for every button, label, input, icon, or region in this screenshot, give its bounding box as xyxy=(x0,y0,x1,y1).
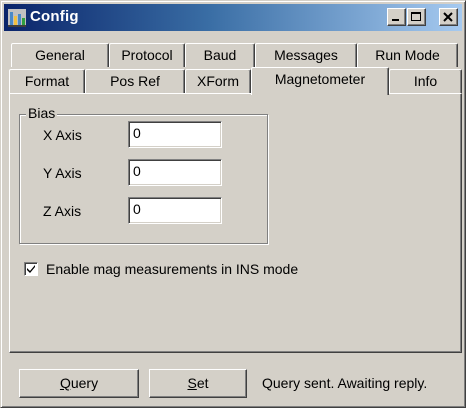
set-label: et xyxy=(196,375,209,391)
maximize-icon xyxy=(411,12,421,21)
close-icon xyxy=(443,12,453,22)
tab-baud[interactable]: Baud xyxy=(185,43,255,67)
app-chart-icon xyxy=(8,9,26,27)
query-button[interactable]: Query xyxy=(19,369,139,398)
query-accel: Q xyxy=(59,375,71,391)
y-axis-field[interactable]: 0 xyxy=(128,159,222,186)
minimize-button[interactable] xyxy=(387,8,406,26)
enable-mag-checkbox[interactable] xyxy=(24,262,38,276)
tab-messages[interactable]: Messages xyxy=(255,43,357,67)
bias-group-label: Bias xyxy=(26,105,58,121)
enable-mag-label[interactable]: Enable mag measurements in INS mode xyxy=(46,260,298,278)
title-bar[interactable]: Config xyxy=(4,4,462,31)
x-axis-field[interactable]: 0 xyxy=(128,121,222,148)
z-axis-label: Z Axis xyxy=(43,203,82,219)
tab-run-mode[interactable]: Run Mode xyxy=(357,43,458,67)
set-button[interactable]: Set xyxy=(149,369,247,398)
tab-format[interactable]: Format xyxy=(9,69,85,93)
tab-magnetometer[interactable]: Magnetometer xyxy=(251,67,389,95)
x-axis-label: X Axis xyxy=(43,127,82,143)
tab-protocol[interactable]: Protocol xyxy=(109,43,185,67)
query-label: uery xyxy=(70,375,99,391)
close-button[interactable] xyxy=(439,8,458,26)
maximize-button[interactable] xyxy=(407,8,426,26)
status-text: Query sent. Awaiting reply. xyxy=(262,375,428,391)
y-axis-label: Y Axis xyxy=(43,165,82,181)
tab-info[interactable]: Info xyxy=(389,69,462,93)
tab-general[interactable]: General xyxy=(11,43,109,67)
checkmark-icon xyxy=(27,265,35,273)
set-accel: S xyxy=(187,375,197,391)
window-title: Config xyxy=(30,8,79,25)
minimize-icon xyxy=(392,19,399,21)
config-window: Config General Protocol Baud Messages Ru… xyxy=(0,0,466,408)
z-axis-field[interactable]: 0 xyxy=(128,197,222,224)
tab-pos-ref[interactable]: Pos Ref xyxy=(85,69,185,93)
tab-xform[interactable]: XForm xyxy=(185,69,251,93)
